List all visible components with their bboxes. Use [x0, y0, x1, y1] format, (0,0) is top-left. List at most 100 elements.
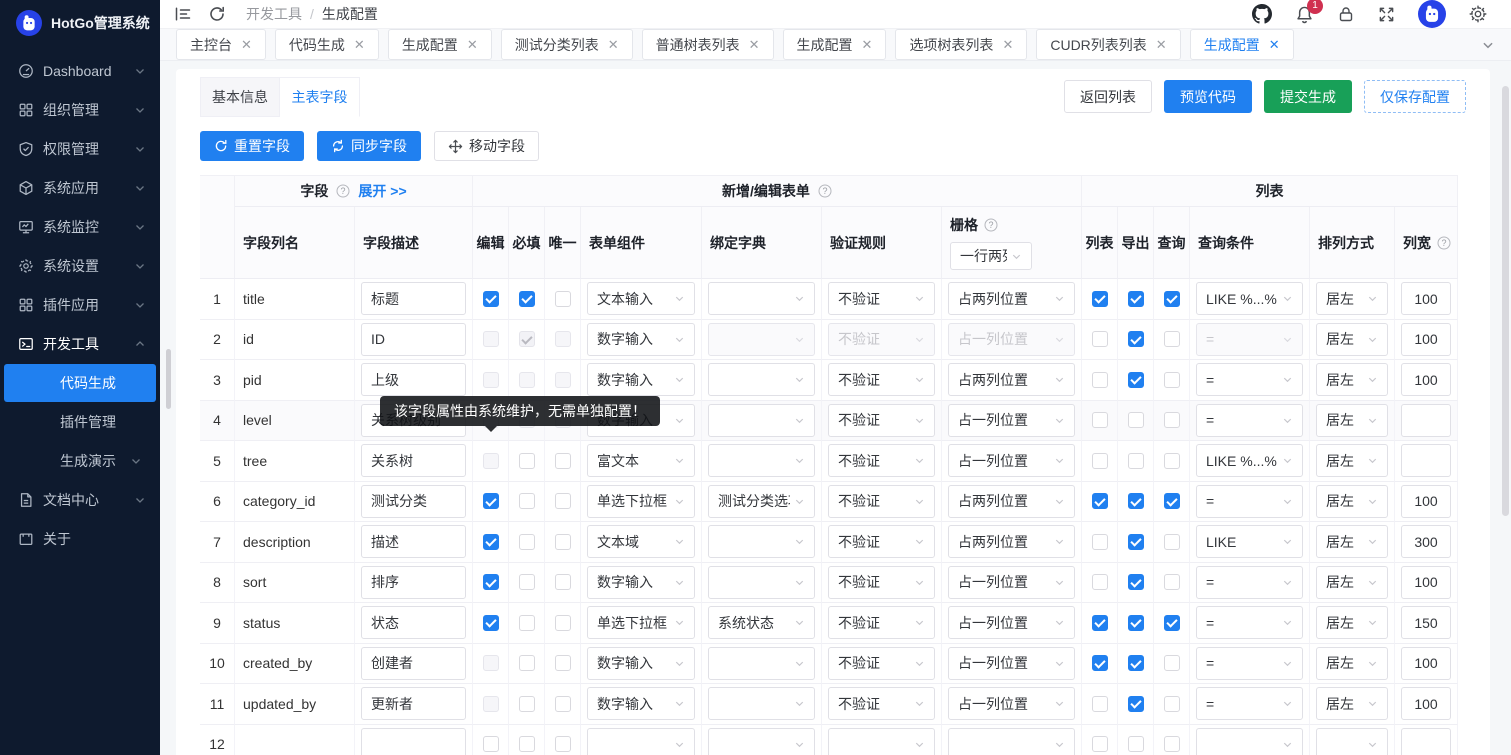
cond-select[interactable]: =	[1196, 363, 1303, 396]
field-desc-input[interactable]: 状态	[361, 606, 466, 639]
grid-select[interactable]: 占一列位置	[948, 444, 1075, 477]
page-tab-6[interactable]: 选项树表列表✕	[895, 29, 1027, 60]
notifications-bell[interactable]: 1	[1295, 5, 1314, 24]
column-width-input[interactable]	[1401, 728, 1451, 755]
edit-checkbox[interactable]	[483, 736, 499, 752]
unique-checkbox[interactable]	[555, 736, 571, 752]
cond-select[interactable]: =	[1196, 404, 1303, 437]
help-icon[interactable]: ?	[818, 184, 832, 198]
component-select[interactable]	[587, 728, 695, 755]
page-tab-0[interactable]: 主控台✕	[176, 29, 266, 60]
close-tab-icon[interactable]: ✕	[608, 38, 619, 51]
field-desc-input[interactable]: 标题	[361, 282, 466, 315]
list-checkbox[interactable]	[1092, 736, 1108, 752]
align-select[interactable]: 居左	[1316, 282, 1388, 315]
dict-select[interactable]	[708, 363, 815, 396]
align-select[interactable]: 居左	[1316, 606, 1388, 639]
grid-select[interactable]: 占一列位置	[948, 566, 1075, 599]
query-checkbox[interactable]	[1164, 372, 1180, 388]
list-checkbox[interactable]	[1092, 534, 1108, 550]
required-checkbox[interactable]	[519, 493, 535, 509]
edit-checkbox[interactable]	[483, 453, 499, 469]
required-checkbox[interactable]	[519, 534, 535, 550]
cond-select[interactable]: =	[1196, 323, 1303, 356]
field-desc-input[interactable]: 关系树	[361, 444, 466, 477]
required-checkbox[interactable]	[519, 615, 535, 631]
align-select[interactable]: 居左	[1316, 323, 1388, 356]
fullscreen-icon[interactable]	[1378, 6, 1395, 23]
page-tab-7[interactable]: CUDR列表列表✕	[1036, 29, 1180, 60]
cond-select[interactable]: LIKE %...%	[1196, 282, 1303, 315]
edit-checkbox[interactable]	[483, 493, 499, 509]
close-tab-icon[interactable]: ✕	[862, 38, 873, 51]
edit-checkbox[interactable]	[483, 574, 499, 590]
edit-checkbox[interactable]	[483, 696, 499, 712]
query-checkbox[interactable]	[1164, 655, 1180, 671]
close-tab-icon[interactable]: ✕	[749, 38, 760, 51]
move-fields-button[interactable]: 移动字段	[434, 131, 539, 161]
page-tab-8[interactable]: 生成配置✕	[1190, 29, 1294, 60]
export-checkbox[interactable]	[1128, 615, 1144, 631]
column-width-input[interactable]	[1401, 404, 1451, 437]
unique-checkbox[interactable]	[555, 453, 571, 469]
unique-checkbox[interactable]	[555, 372, 571, 388]
tab-strip-chevron-down-icon[interactable]	[1481, 38, 1495, 52]
required-checkbox[interactable]	[519, 372, 535, 388]
align-select[interactable]: 居左	[1316, 485, 1388, 518]
dict-select[interactable]	[708, 323, 815, 356]
component-select[interactable]: 文本输入	[587, 282, 695, 315]
query-checkbox[interactable]	[1164, 534, 1180, 550]
close-tab-icon[interactable]: ✕	[1269, 38, 1280, 51]
required-checkbox[interactable]	[519, 655, 535, 671]
edit-checkbox[interactable]	[483, 534, 499, 550]
rule-select[interactable]: 不验证	[828, 647, 935, 680]
list-checkbox[interactable]	[1092, 574, 1108, 590]
unique-checkbox[interactable]	[555, 696, 571, 712]
unique-checkbox[interactable]	[555, 291, 571, 307]
export-checkbox[interactable]	[1128, 291, 1144, 307]
rule-select[interactable]: 不验证	[828, 444, 935, 477]
component-select[interactable]: 数字输入	[587, 323, 695, 356]
query-checkbox[interactable]	[1164, 453, 1180, 469]
cond-select[interactable]: =	[1196, 606, 1303, 639]
list-checkbox[interactable]	[1092, 412, 1108, 428]
sidebar-item-about[interactable]: 关于	[0, 520, 160, 558]
list-checkbox[interactable]	[1092, 291, 1108, 307]
user-avatar[interactable]	[1418, 0, 1446, 28]
dict-select[interactable]	[708, 566, 815, 599]
field-desc-input[interactable]: 描述	[361, 525, 466, 558]
cond-select[interactable]: LIKE %...%	[1196, 444, 1303, 477]
close-tab-icon[interactable]: ✕	[241, 38, 252, 51]
align-select[interactable]	[1316, 728, 1388, 755]
page-tab-1[interactable]: 代码生成✕	[275, 29, 379, 60]
export-checkbox[interactable]	[1128, 453, 1144, 469]
submit-generate-button[interactable]: 提交生成	[1264, 80, 1352, 113]
column-width-input[interactable]: 100	[1401, 566, 1451, 599]
close-tab-icon[interactable]: ✕	[1156, 38, 1167, 51]
align-select[interactable]: 居左	[1316, 566, 1388, 599]
required-checkbox[interactable]	[519, 291, 535, 307]
dict-select[interactable]	[708, 647, 815, 680]
export-checkbox[interactable]	[1128, 736, 1144, 752]
sync-fields-button[interactable]: 同步字段	[317, 131, 421, 161]
sidebar-item-apps[interactable]: 系统应用	[0, 169, 160, 207]
grid-select[interactable]: 占一列位置	[948, 404, 1075, 437]
sidebar-item-dashboard[interactable]: Dashboard	[0, 52, 160, 90]
column-width-input[interactable]	[1401, 444, 1451, 477]
rule-select[interactable]: 不验证	[828, 566, 935, 599]
rule-select[interactable]: 不验证	[828, 485, 935, 518]
help-icon[interactable]: ?	[984, 218, 998, 232]
field-desc-input[interactable]: 上级	[361, 363, 466, 396]
sidebar-item-gen-demo[interactable]: 生成演示	[4, 442, 156, 480]
component-select[interactable]: 富文本	[587, 444, 695, 477]
dict-select[interactable]: 系统状态	[708, 606, 815, 639]
list-checkbox[interactable]	[1092, 493, 1108, 509]
unique-checkbox[interactable]	[555, 493, 571, 509]
export-checkbox[interactable]	[1128, 493, 1144, 509]
cond-select[interactable]	[1196, 728, 1303, 755]
edit-checkbox[interactable]	[483, 331, 499, 347]
component-select[interactable]: 数字输入	[587, 566, 695, 599]
reset-fields-button[interactable]: 重置字段	[200, 131, 304, 161]
query-checkbox[interactable]	[1164, 696, 1180, 712]
align-select[interactable]: 居左	[1316, 444, 1388, 477]
